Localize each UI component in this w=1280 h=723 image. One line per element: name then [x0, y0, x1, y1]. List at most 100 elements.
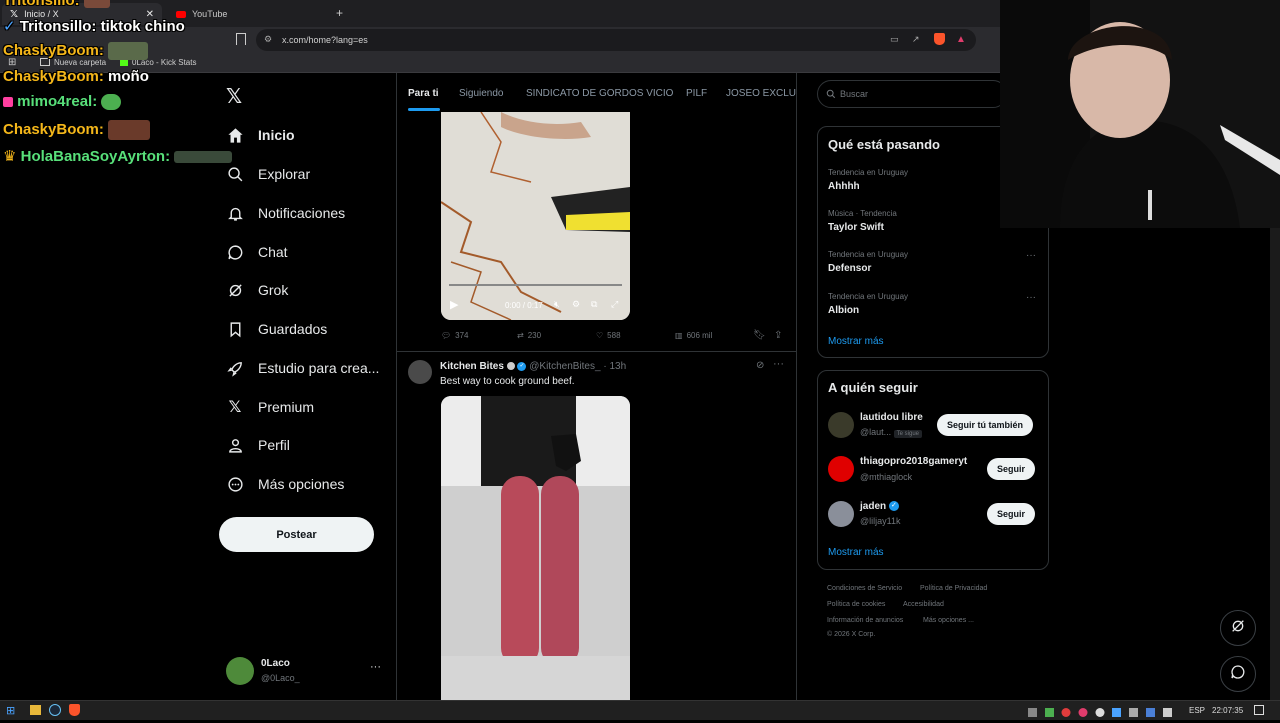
tweet-handle[interactable]: @KitchenBites_ — [529, 361, 600, 372]
chat-username: mimo4real: — [17, 93, 98, 110]
footer-link[interactable]: Accesibilidad — [903, 601, 944, 608]
follow-button[interactable]: Seguir — [987, 503, 1036, 525]
more-horizontal-icon[interactable]: ··· — [1026, 250, 1036, 261]
like-count: 588 — [607, 331, 621, 340]
emote-icon — [108, 120, 151, 140]
follow-suggestion[interactable]: thiagopro2018gameryt @mthiaglock Seguir — [818, 455, 1048, 495]
url-bar[interactable]: ⚙ x.com/home?lang=es ▭ ↗ ▲ — [256, 29, 976, 51]
chat-message: ♛ HolaBanaSoyAyrton: — [3, 147, 233, 165]
follow-back-button[interactable]: Seguir tú también — [937, 414, 1034, 436]
show-more-link[interactable]: Mostrar más — [828, 336, 884, 347]
brave-shield-icon[interactable] — [934, 33, 945, 45]
tab-youtube[interactable]: YouTube — [168, 3, 328, 25]
nav-mas-opciones[interactable]: Más opciones — [226, 469, 344, 499]
views-button[interactable]: ▥ 606 mil — [675, 331, 712, 340]
cast-icon[interactable]: ▭ — [890, 34, 899, 45]
trend-name: Albion — [828, 305, 860, 316]
chat-username: HolaBanaSoyAyrton: — [20, 148, 171, 165]
show-more-link[interactable]: Mostrar más — [828, 547, 884, 558]
follow-handle: @laut... — [860, 427, 892, 437]
footer-link[interactable]: Política de Privacidad — [920, 585, 987, 592]
scrollbar[interactable] — [1270, 228, 1280, 700]
bookmark-icon — [226, 320, 244, 338]
notifications-icon[interactable] — [1254, 705, 1264, 715]
video-progress-track[interactable] — [449, 284, 622, 286]
reply-button[interactable]: 💬︎ 374 — [441, 331, 469, 340]
tab-pilf[interactable]: PILF — [686, 88, 707, 99]
tab-siguiendo[interactable]: Siguiendo — [459, 88, 503, 99]
nav-notificaciones[interactable]: Notificaciones — [226, 198, 345, 228]
bookmark-icon[interactable]: 🔖︎ — [753, 330, 766, 341]
follow-name: jaden — [860, 501, 887, 512]
grok-floating-button[interactable] — [1220, 610, 1256, 646]
tweet-video[interactable]: ▶ 0:00 / 0:17 🔇︎ ⚙ ⧉ ⤢ — [441, 112, 630, 320]
windows-start-icon[interactable]: ⊞ — [6, 704, 15, 717]
tab-para-ti[interactable]: Para ti — [408, 88, 439, 99]
system-tray-icons[interactable] — [1028, 705, 1178, 717]
nav-grok[interactable]: Grok — [226, 275, 288, 305]
avatar[interactable] — [408, 360, 432, 384]
more-circle-icon — [226, 475, 244, 493]
verified-icon: ✓ — [888, 501, 899, 512]
new-tab-button[interactable]: + — [336, 6, 343, 20]
mute-icon[interactable]: 🔇︎ — [554, 299, 560, 310]
file-explorer-icon[interactable] — [30, 705, 41, 715]
fullscreen-icon[interactable]: ⤢ — [611, 299, 618, 310]
trend-item[interactable]: Tendencia en Uruguay Defensor ··· — [818, 245, 1048, 285]
tweet-header: Kitchen Bites ✓ @KitchenBites_ · 13h — [440, 361, 627, 372]
like-button[interactable]: ♡ 588 — [596, 331, 621, 340]
clock[interactable]: 22:07:35 — [1212, 706, 1243, 715]
share-icon[interactable]: ↗ — [912, 34, 920, 45]
post-button[interactable]: Postear — [219, 517, 374, 552]
brave-browser-icon[interactable] — [69, 704, 80, 716]
nav-inicio[interactable]: Inicio — [226, 120, 295, 150]
footer-link[interactable]: Política de cookies — [827, 601, 885, 608]
nav-estudio[interactable]: Estudio para crea... — [226, 353, 379, 383]
chat-username: ChaskyBoom: — [3, 120, 104, 138]
nav-chat[interactable]: Chat — [226, 237, 288, 267]
tweet-video[interactable] — [441, 396, 630, 700]
footer-link[interactable]: Más opciones ... — [923, 617, 974, 624]
footer-link[interactable]: Información de anuncios — [827, 617, 903, 624]
steam-icon[interactable] — [49, 704, 61, 716]
account-handle: @0Laco_ — [261, 673, 300, 683]
tweet-time[interactable]: 13h — [609, 361, 626, 372]
x-logo-icon[interactable]: 𝕏 — [226, 84, 242, 109]
grok-icon[interactable]: ⊘ — [756, 360, 764, 371]
trend-name: Defensor — [828, 263, 872, 274]
nav-label: Explorar — [258, 166, 311, 182]
brave-rewards-icon[interactable]: ▲ — [956, 34, 966, 45]
follow-suggestion[interactable]: lautidou libre @laut... Te sigue Seguir … — [818, 409, 1048, 449]
divider — [397, 351, 796, 352]
nav-perfil[interactable]: Perfil — [226, 430, 290, 460]
bookmark-page-icon[interactable] — [236, 33, 246, 45]
crown-icon: ♛ — [3, 148, 17, 165]
more-horizontal-icon[interactable]: ··· — [773, 358, 784, 370]
retweet-button[interactable]: ⇄ 230 — [517, 331, 541, 340]
tab-joseo[interactable]: JOSEO EXCLUSI — [726, 88, 796, 99]
settings-icon[interactable]: ⚙ — [572, 299, 580, 310]
nav-label: Notificaciones — [258, 205, 346, 221]
tweet-author[interactable]: Kitchen Bites — [440, 361, 504, 372]
nav-explorar[interactable]: Explorar — [226, 159, 310, 189]
trend-item[interactable]: Tendencia en Uruguay Albion ··· — [818, 287, 1048, 327]
account-switcher[interactable]: 0Laco @0Laco_ ··· — [226, 655, 386, 687]
pip-icon[interactable]: ⧉ — [591, 299, 597, 310]
share-icon[interactable]: ⇪ — [774, 330, 782, 341]
bookmarks-bar: ⊞ Nueva carpeta 0Laco - Kick Stats — [0, 53, 1000, 73]
play-icon[interactable]: ▶ — [450, 298, 458, 311]
follow-suggestion[interactable]: jaden ✓ @liljay11k Seguir — [818, 499, 1048, 539]
bell-icon — [226, 204, 244, 222]
footer-link[interactable]: Condiciones de Servicio — [827, 585, 902, 592]
tab-sindicato[interactable]: SINDICATO DE GORDOS VICIO — [526, 88, 673, 99]
site-settings-icon[interactable]: ⚙ — [264, 34, 272, 45]
follow-button[interactable]: Seguir — [987, 458, 1036, 480]
input-language[interactable]: ESP — [1189, 706, 1205, 715]
search-input[interactable]: Buscar — [817, 80, 1007, 108]
nav-guardados[interactable]: Guardados — [226, 314, 327, 344]
nav-premium[interactable]: 𝕏 Premium — [226, 392, 314, 422]
more-horizontal-icon[interactable]: ··· — [370, 661, 381, 673]
messages-floating-button[interactable] — [1220, 656, 1256, 692]
more-horizontal-icon[interactable]: ··· — [1026, 292, 1036, 303]
nav-label: Perfil — [258, 437, 290, 453]
